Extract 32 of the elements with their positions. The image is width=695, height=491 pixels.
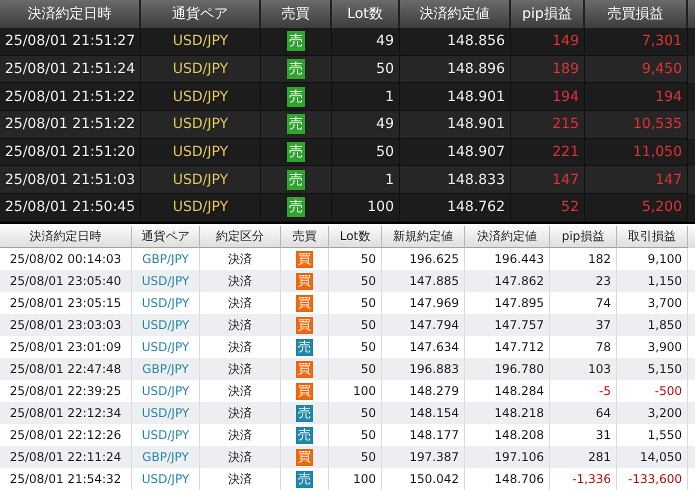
table-cell: -133,600 (617, 468, 688, 490)
side-badge: 売 (287, 31, 305, 52)
side-badge: 売 (287, 59, 305, 80)
table-cell: 148.762 (400, 194, 511, 222)
side-badge: 売 (296, 404, 313, 422)
side-badge: 買 (296, 382, 313, 400)
side-badge: 売 (296, 338, 313, 356)
side-badge: 売 (296, 470, 313, 488)
table-cell: 5,200 (585, 194, 688, 222)
side-badge: 買 (296, 448, 313, 466)
side-badge: 買 (296, 316, 313, 334)
table-cell: 25/08/01 21:54:32 (0, 468, 132, 490)
side-badge: 売 (287, 142, 305, 162)
table-cell: 148.706 (465, 468, 550, 490)
side-badge: 売 (296, 426, 313, 444)
side-badge: 売 (287, 197, 305, 218)
table-cell: USD/JPY (132, 468, 200, 490)
side-badge: 売 (287, 114, 305, 134)
table-cell: 52 (511, 194, 585, 222)
table-cell: 150.042 (382, 468, 465, 490)
table-cell: USD/JPY (141, 194, 261, 222)
table-cell: 25/08/01 21:50:45 (0, 194, 141, 222)
side-badge: 買 (296, 360, 313, 378)
side-badge: 買 (296, 272, 313, 290)
table-cell: 決済 (200, 468, 281, 490)
side-badge: 売 (287, 86, 305, 107)
side-badge: 売 (287, 170, 305, 190)
side-badge: 買 (296, 294, 313, 312)
table-cell: 100 (332, 194, 400, 222)
side-badge: 買 (296, 250, 313, 268)
table-cell: -1,336 (550, 468, 617, 490)
table-cell: 100 (329, 468, 382, 490)
